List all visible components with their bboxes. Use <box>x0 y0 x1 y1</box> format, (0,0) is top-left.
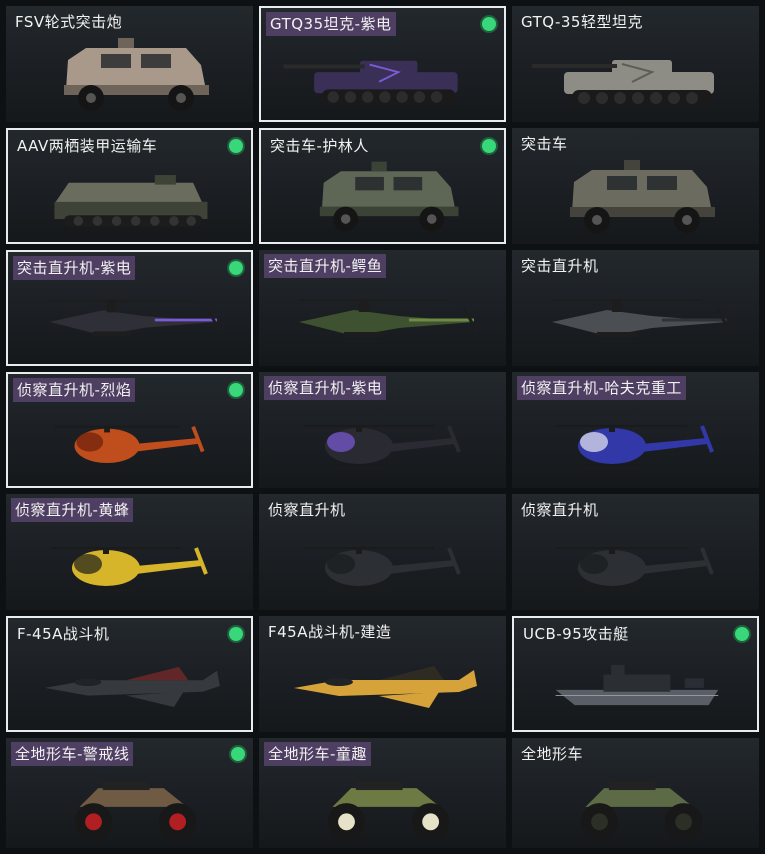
vehicle-image <box>259 640 506 732</box>
armored-vehicle-icon <box>64 38 209 111</box>
vehicle-skin-card[interactable]: 突击直升机-鳄鱼 <box>259 250 506 366</box>
owned-status-icon <box>229 139 243 153</box>
atv-icon <box>74 780 197 841</box>
vehicle-skin-grid: FSV轮式突击炮 GTQ35坦克-紫电 GTQ-35轻型坦克 AAV两栖装甲运输… <box>0 0 765 854</box>
vehicle-image <box>512 274 759 366</box>
attack-helicopter-icon <box>49 299 222 337</box>
vehicle-image <box>8 398 251 486</box>
atv-icon <box>580 780 703 841</box>
vehicle-image <box>261 32 504 120</box>
armored-vehicle-icon <box>319 161 459 232</box>
vehicle-image <box>512 152 759 244</box>
scout-helicopter-icon <box>557 547 714 591</box>
vehicle-skin-card[interactable]: 全地形车-警戒线 <box>6 738 253 848</box>
vehicle-skin-card[interactable]: GTQ-35轻型坦克 <box>512 6 759 122</box>
vehicle-skin-card[interactable]: F-45A战斗机 <box>6 616 253 732</box>
vehicle-skin-card[interactable]: 侦察直升机-紫电 <box>259 372 506 488</box>
vehicle-skin-card[interactable]: GTQ35坦克-紫电 <box>259 6 506 122</box>
owned-status-icon <box>482 139 496 153</box>
vehicle-skin-card[interactable]: 侦察直升机-哈夫克重工 <box>512 372 759 488</box>
vehicle-image <box>512 30 759 122</box>
vehicle-skin-card[interactable]: 突击直升机 <box>512 250 759 366</box>
scout-helicopter-icon <box>304 547 461 591</box>
vehicle-image <box>6 30 253 122</box>
vehicle-skin-card[interactable]: 侦察直升机 <box>512 494 759 610</box>
vehicle-skin-card[interactable]: 全地形车-童趣 <box>259 738 506 848</box>
vehicle-skin-card[interactable]: 侦察直升机-黄蜂 <box>6 494 253 610</box>
vehicle-image <box>259 518 506 610</box>
vehicle-image <box>512 518 759 610</box>
amphibious-vehicle-icon <box>54 175 208 227</box>
tank-icon <box>532 60 714 106</box>
attack-helicopter-icon <box>299 299 479 337</box>
vehicle-skin-card[interactable]: FSV轮式突击炮 <box>6 6 253 122</box>
scout-helicopter-icon <box>304 425 461 469</box>
attack-boat-icon <box>555 664 719 706</box>
attack-helicopter-icon <box>552 299 732 337</box>
owned-status-icon <box>229 261 243 275</box>
armored-vehicle-icon <box>570 160 715 233</box>
owned-status-icon <box>231 747 245 761</box>
vehicle-skin-card[interactable]: F45A战斗机-建造 <box>259 616 506 732</box>
owned-status-icon <box>482 17 496 31</box>
vehicle-image <box>8 642 251 730</box>
vehicle-skin-card[interactable]: 侦察直升机-烈焰 <box>6 372 253 488</box>
vehicle-image <box>6 762 253 848</box>
vehicle-image <box>261 154 504 242</box>
owned-status-icon <box>735 627 749 641</box>
vehicle-image <box>8 276 251 364</box>
vehicle-image <box>512 762 759 848</box>
scout-helicopter-icon <box>557 425 714 469</box>
tank-icon <box>283 60 458 105</box>
owned-status-icon <box>229 627 243 641</box>
vehicle-image <box>8 154 251 242</box>
vehicle-image <box>259 762 506 848</box>
vehicle-skin-card[interactable]: AAV两栖装甲运输车 <box>6 128 253 244</box>
atv-icon <box>327 780 450 841</box>
vehicle-image <box>512 396 759 488</box>
fighter-jet-icon <box>44 666 220 708</box>
vehicle-skin-card[interactable]: 侦察直升机 <box>259 494 506 610</box>
scout-helicopter-icon <box>51 547 208 591</box>
vehicle-skin-card[interactable]: UCB-95攻击艇 <box>512 616 759 732</box>
vehicle-skin-card[interactable]: 突击车-护林人 <box>259 128 506 244</box>
vehicle-image <box>6 518 253 610</box>
vehicle-image <box>259 274 506 366</box>
vehicle-skin-card[interactable]: 突击车 <box>512 128 759 244</box>
owned-status-icon <box>229 383 243 397</box>
vehicle-image <box>259 396 506 488</box>
vehicle-skin-card[interactable]: 全地形车 <box>512 738 759 848</box>
vehicle-image <box>514 642 757 730</box>
vehicle-skin-card[interactable]: 突击直升机-紫电 <box>6 250 253 366</box>
fighter-jet-icon <box>294 666 477 708</box>
scout-helicopter-icon <box>54 425 205 468</box>
